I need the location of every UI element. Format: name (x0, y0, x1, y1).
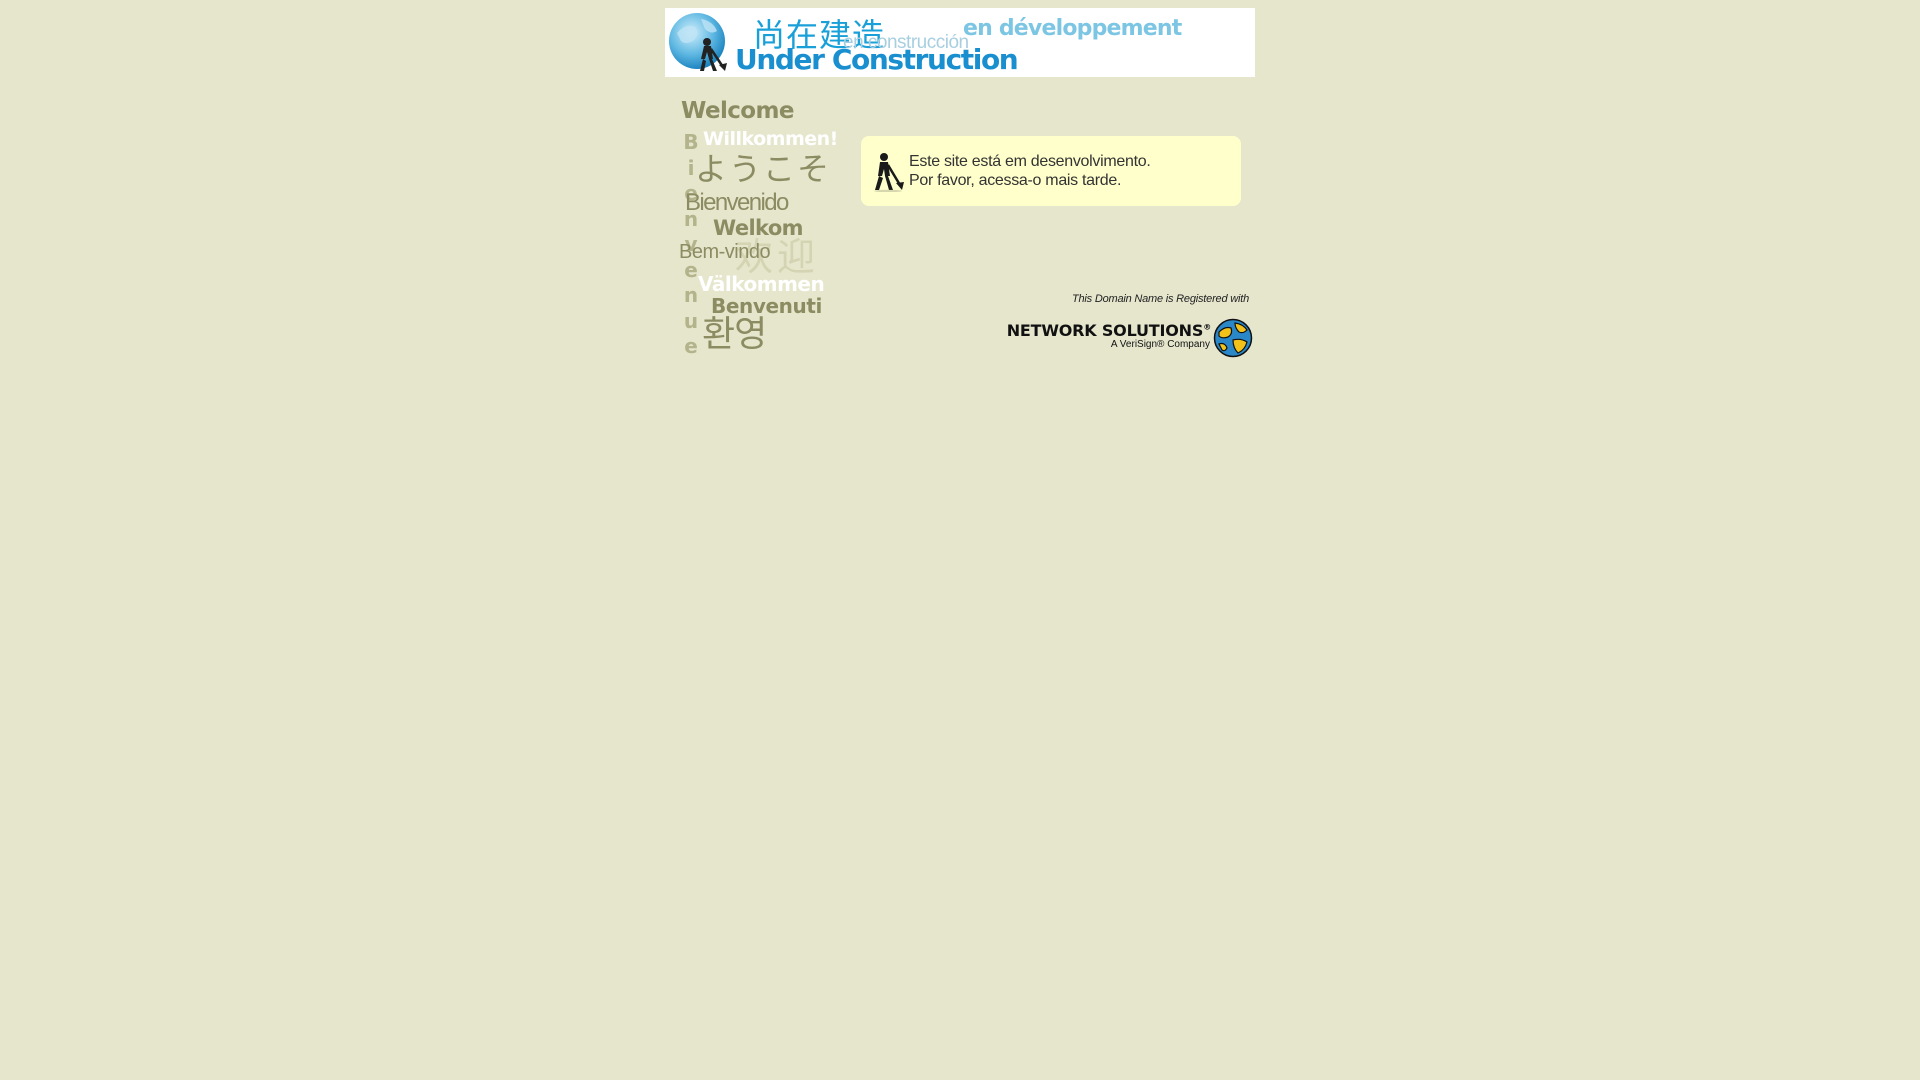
registrar-name: NETWORK SOLUTIONS® (1006, 321, 1212, 340)
construction-worker-icon (874, 153, 904, 192)
message-line-1: Este site está em desenvolvimento. (909, 153, 1151, 170)
under-development-message: Este site está em desenvolvimento. Por f… (861, 136, 1241, 206)
message-line-2: Por favor, acessa-o mais tarde. (909, 172, 1122, 189)
welcome-japanese: ようこそ (695, 150, 832, 188)
welcome-german: Willkommen! (703, 128, 838, 150)
globe-puzzle-icon (1213, 318, 1253, 358)
vertical-letter: e (684, 334, 698, 358)
title-english: Under Construction (735, 43, 1019, 76)
registrar-caption: This Domain Name is Registered with (1071, 293, 1249, 305)
welcome-english: Welcome (681, 98, 794, 124)
under-construction-banner: 尚在建造 en construcción en développement Un… (665, 8, 1255, 77)
welcome-swedish: Välkommen (698, 272, 825, 296)
vertical-letter: u (683, 308, 699, 333)
page: 尚在建造 en construcción en développement Un… (0, 0, 1920, 1080)
globe-worker-icon (669, 13, 727, 71)
welcome-italian: Benvenuti (711, 294, 822, 318)
registrar-subtitle: A VeriSign® Company (1110, 339, 1210, 350)
welcome-dutch: Welkom (713, 216, 804, 240)
title-french: en développement (963, 16, 1182, 41)
network-solutions-logo[interactable]: NETWORK SOLUTIONS® A VeriSign® Company (1006, 316, 1253, 360)
welcome-collage: B i e n v e n u e 欢迎 Welcome Willkommen!… (675, 98, 838, 363)
welcome-korean: 환영 (702, 314, 767, 355)
welcome-portuguese: Bem-vindo (679, 241, 771, 263)
welcome-spanish: Bienvenido (685, 189, 789, 216)
